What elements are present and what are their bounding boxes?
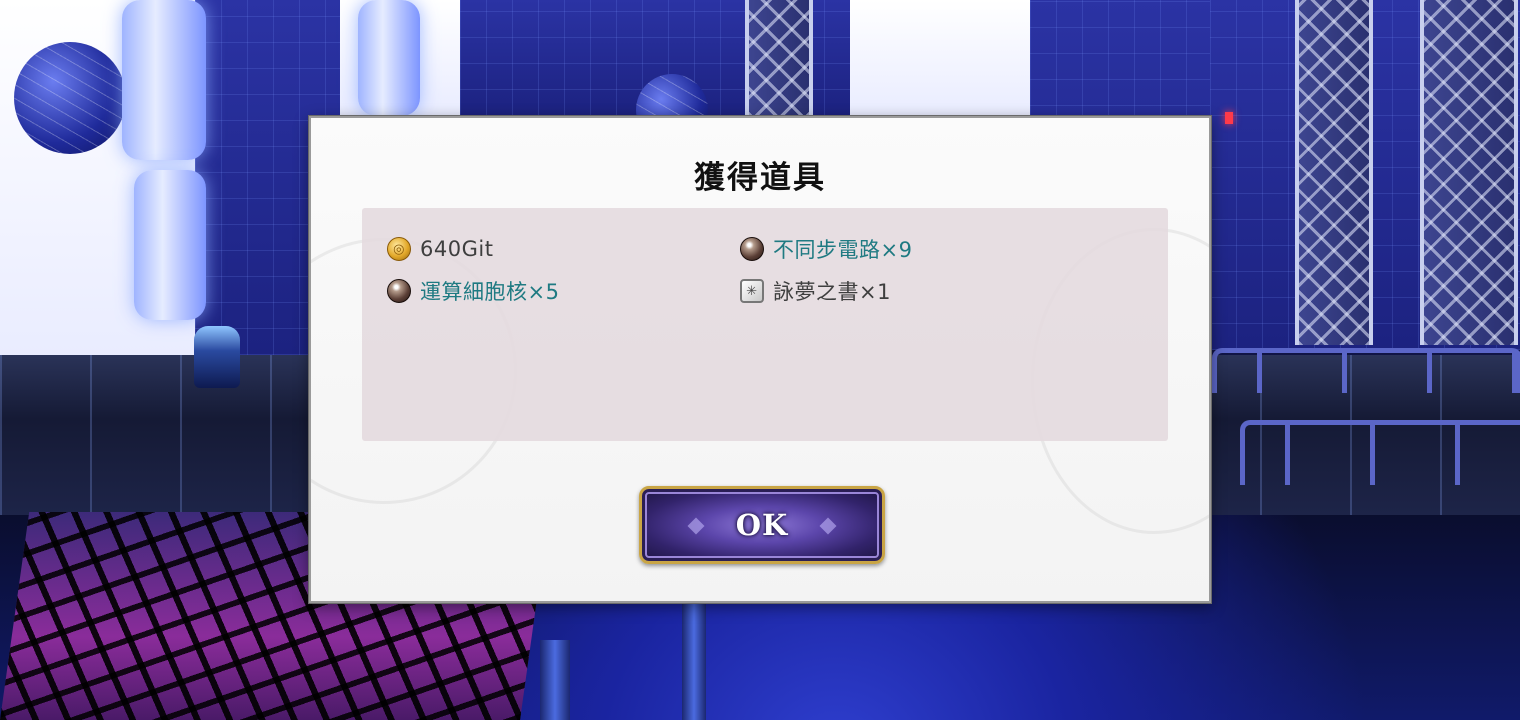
background-steel-tower <box>745 0 813 116</box>
background-railing <box>1240 420 1520 485</box>
list-item: 不同步電路×9 <box>740 234 912 264</box>
gold-coin-icon: ◎ <box>387 237 411 261</box>
background-pillar <box>682 600 706 720</box>
background-robot <box>194 326 240 388</box>
background-globe <box>14 42 126 154</box>
button-ornament <box>687 517 705 535</box>
dark-sphere-icon <box>740 237 764 261</box>
dialog-title: 獲得道具 <box>694 160 826 196</box>
list-item: ◎ 640Git <box>387 234 493 264</box>
button-ornament <box>819 517 837 535</box>
dark-sphere-icon <box>387 279 411 303</box>
background-steel-tower <box>1420 0 1518 345</box>
items-list-panel: ◎ 640Git 不同步電路×9 運算細胞核×5 ✳ 詠夢之書×1 <box>362 208 1168 441</box>
item-label: 640Git <box>420 237 494 261</box>
background-capsule <box>134 170 206 320</box>
background-capsule <box>358 0 420 116</box>
item-label: 不同步電路×9 <box>773 238 913 262</box>
item-label: 詠夢之書×1 <box>773 280 891 304</box>
background-red-light <box>1225 112 1233 124</box>
list-item: 運算細胞核×5 <box>387 276 559 306</box>
book-icon: ✳ <box>740 279 764 303</box>
ok-button[interactable]: OK <box>639 486 885 564</box>
background-pillar <box>540 640 570 720</box>
background-railing <box>1212 348 1520 393</box>
background-white-wall-right <box>850 0 1030 116</box>
ok-button-label: OK <box>735 508 789 542</box>
background-steel-tower <box>1295 0 1373 345</box>
background-capsule <box>122 0 206 160</box>
list-item: ✳ 詠夢之書×1 <box>740 276 891 306</box>
item-label: 運算細胞核×5 <box>420 280 560 304</box>
item-obtained-dialog: 獲得道具 ◎ 640Git 不同步電路×9 運算細胞核×5 ✳ 詠夢之書×1 O… <box>309 116 1211 603</box>
